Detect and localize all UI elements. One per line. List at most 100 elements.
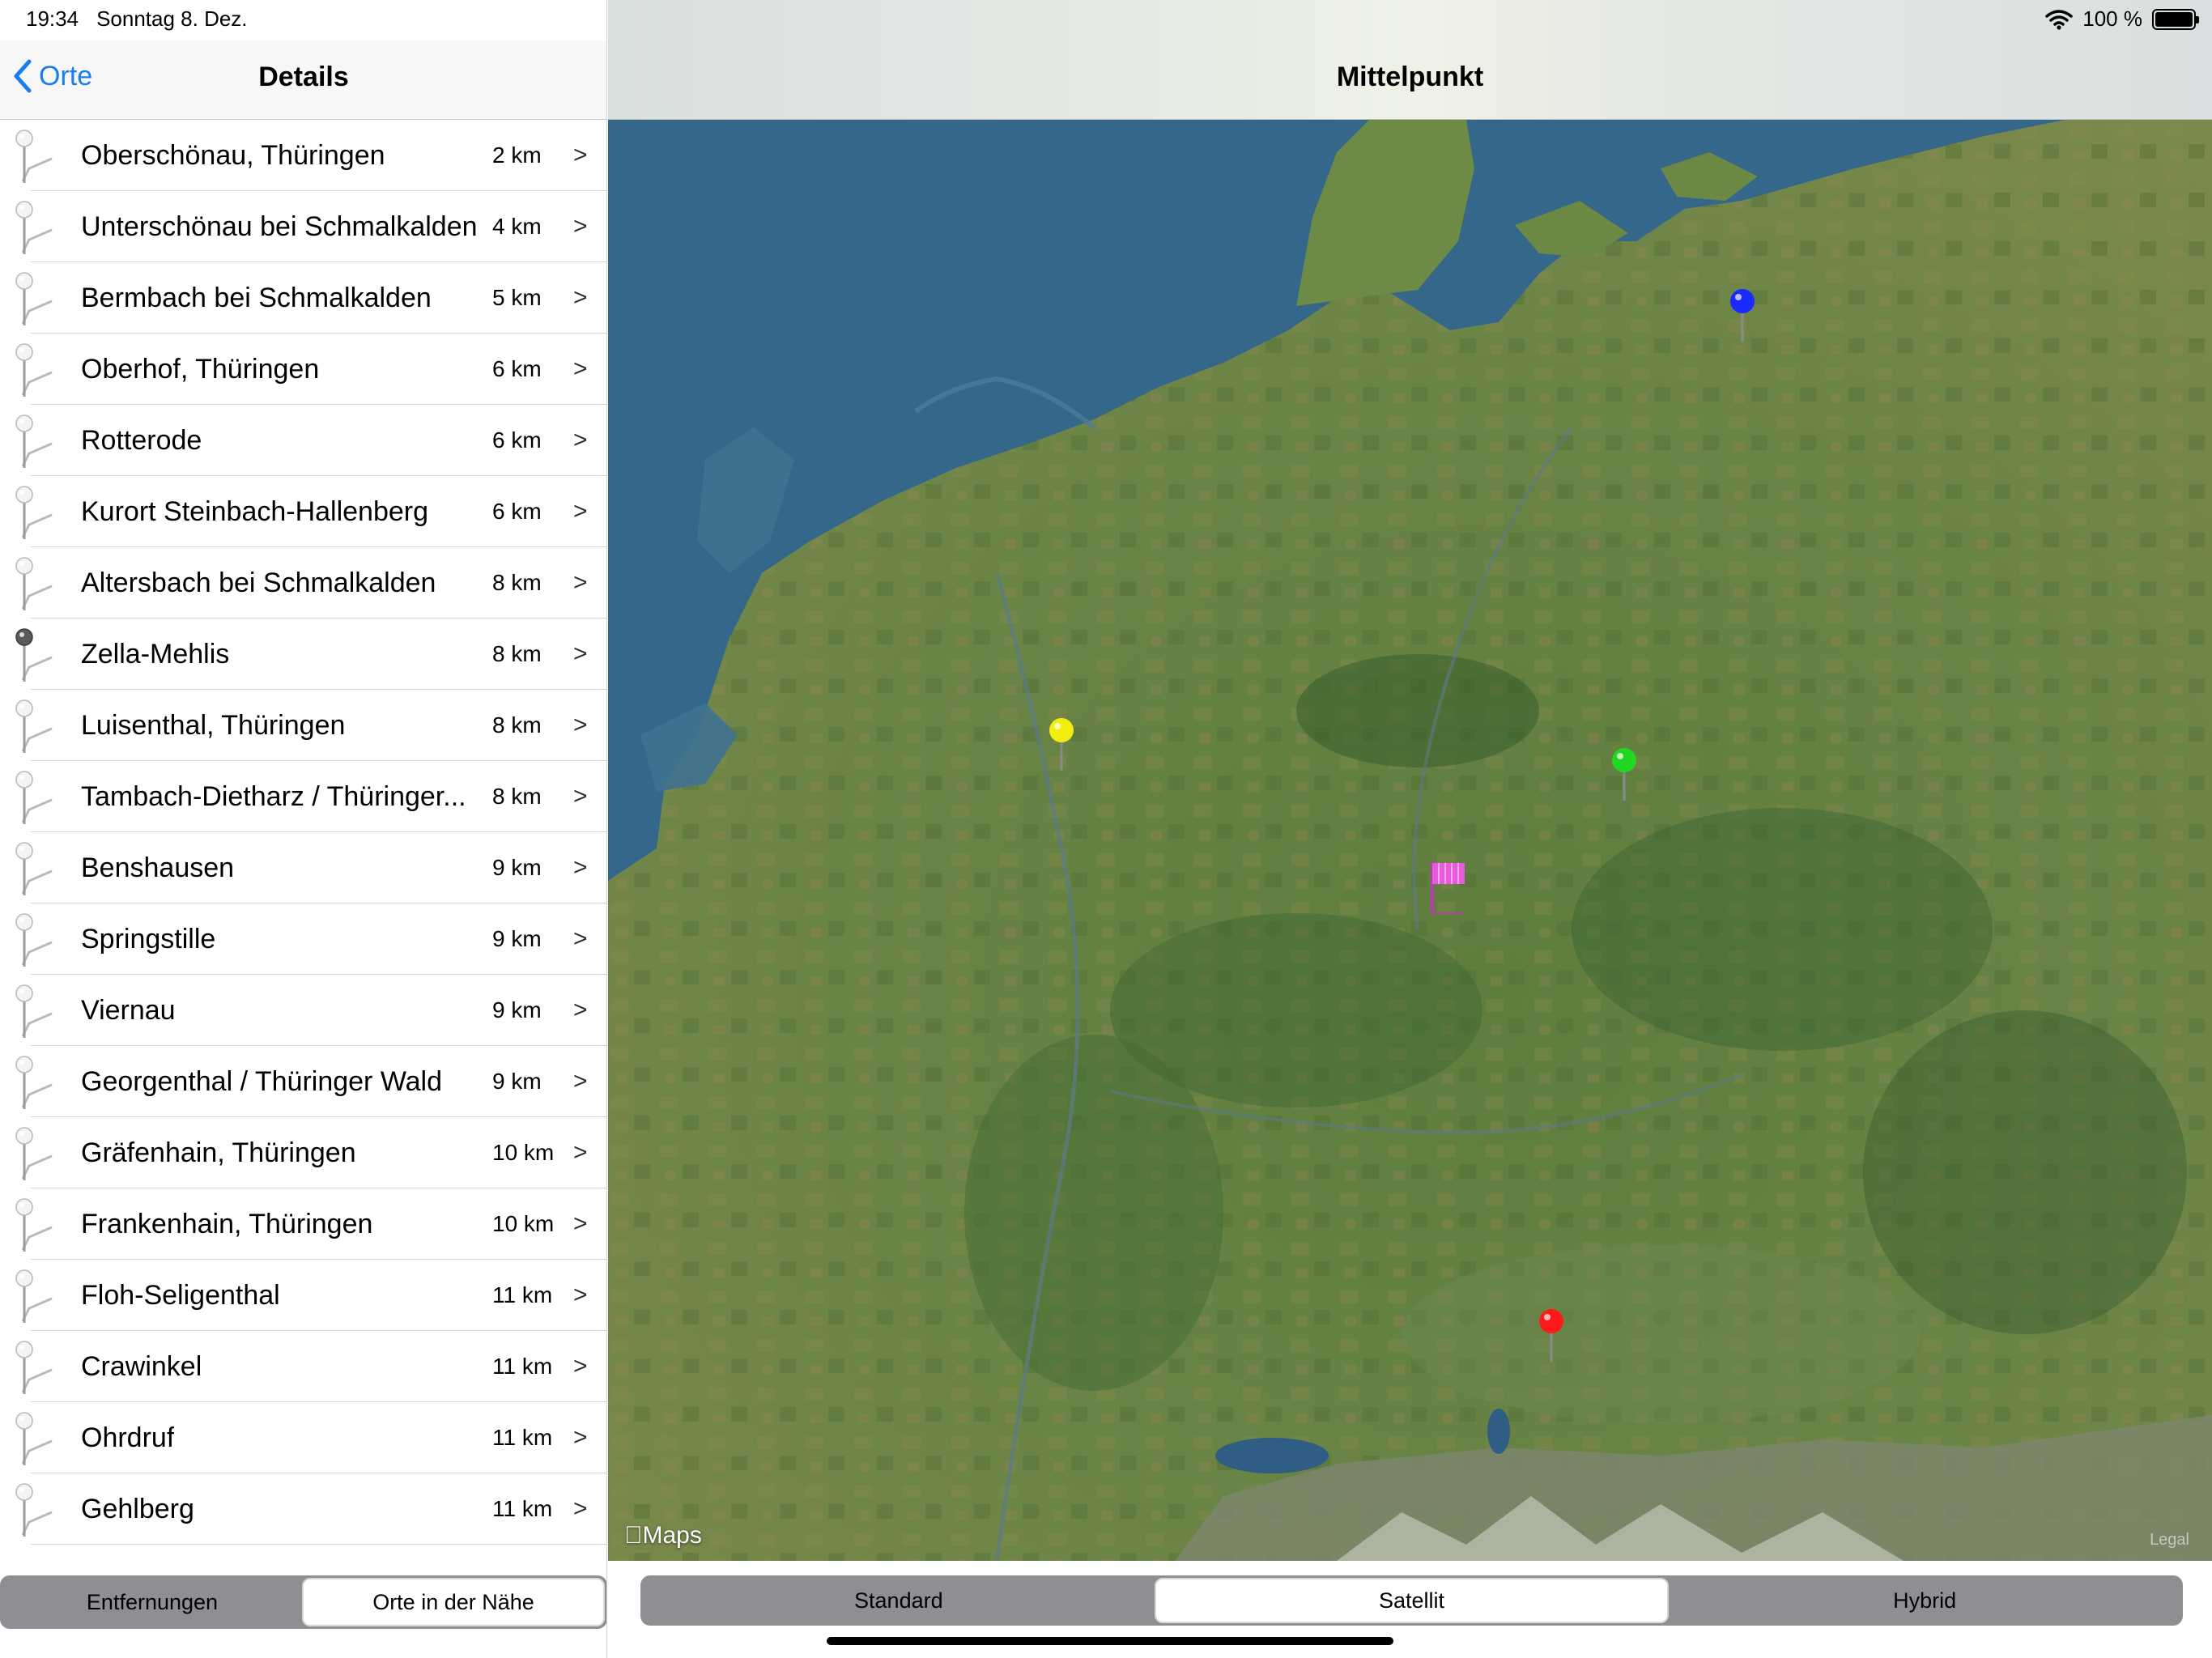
place-distance: 9 km	[492, 997, 542, 1022]
place-name: Crawinkel	[81, 1351, 202, 1382]
place-row[interactable]: Viernau 9 km >	[0, 975, 606, 1046]
red-pin-marker[interactable]	[1538, 1308, 1565, 1369]
pin-icon	[15, 699, 53, 753]
place-row[interactable]: Ohrdruf 11 km >	[0, 1402, 606, 1473]
place-pin	[0, 619, 81, 690]
chevron-right-icon: >	[573, 712, 588, 738]
pin-icon	[15, 842, 53, 895]
place-row[interactable]: Crawinkel 11 km >	[0, 1331, 606, 1402]
status-bar-right: 100 %	[2045, 6, 2199, 32]
master-pane: 19:34 Sonntag 8. Dez. Orte Details Obers…	[0, 0, 607, 1658]
place-row[interactable]: Oberhof, Thüringen 6 km >	[0, 334, 606, 405]
map-type-segment-satellit[interactable]: Satellit	[1154, 1578, 1670, 1623]
place-row[interactable]: Luisenthal, Thüringen 8 km >	[0, 690, 606, 761]
pin-icon	[15, 1127, 53, 1180]
yellow-pin-marker[interactable]	[1048, 717, 1075, 778]
place-name: Floh-Seligenthal	[81, 1280, 280, 1311]
place-pin	[0, 1402, 81, 1473]
pin-icon	[15, 1483, 53, 1537]
pin-icon	[15, 130, 53, 183]
place-name: Georgenthal / Thüringer Wald	[81, 1066, 443, 1097]
place-name: Gräfenhain, Thüringen	[81, 1137, 356, 1168]
place-distance: 8 km	[492, 712, 542, 738]
place-name: Viernau	[81, 995, 176, 1026]
map-type-segmented-control: Standard Satellit Hybrid	[640, 1575, 2183, 1626]
pin-icon	[15, 557, 53, 610]
place-distance: 9 km	[492, 926, 542, 951]
chevron-right-icon: >	[573, 640, 588, 667]
place-row[interactable]: Gräfenhain, Thüringen 10 km >	[0, 1117, 606, 1188]
map-type-segment-standard[interactable]: Standard	[643, 1578, 1155, 1623]
place-name: Zella-Mehlis	[81, 639, 230, 670]
place-row[interactable]: Tambach-Dietharz / Thüringer... 8 km >	[0, 761, 606, 832]
pin-icon	[15, 1412, 53, 1465]
pin-icon	[15, 1198, 53, 1252]
pin-icon	[15, 1269, 53, 1323]
chevron-right-icon: >	[573, 854, 588, 881]
place-row[interactable]: Altersbach bei Schmalkalden 8 km >	[0, 547, 606, 619]
place-distance: 4 km	[492, 214, 542, 239]
detail-pane: 100 % Mittelpunkt Maps Legal Standard Sa…	[608, 0, 2212, 1658]
place-row[interactable]: Benshausen 9 km >	[0, 832, 606, 903]
chevron-right-icon: >	[573, 355, 588, 382]
chevron-right-icon: >	[573, 1495, 588, 1522]
segment-entfernungen[interactable]: Entfernungen	[2, 1578, 302, 1626]
place-list[interactable]: Oberschönau, Thüringen 2 km > Unterschönau …	[0, 120, 606, 1569]
green-pin-marker[interactable]	[1610, 747, 1638, 808]
chevron-right-icon: >	[573, 569, 588, 596]
place-name: Rotterode	[81, 425, 202, 456]
pin-icon	[15, 201, 53, 254]
pin-icon	[15, 486, 53, 539]
pin-icon	[15, 984, 53, 1038]
place-row[interactable]: Frankenhain, Thüringen 10 km >	[0, 1188, 606, 1260]
battery-icon	[2152, 8, 2199, 30]
master-title: Details	[258, 62, 349, 92]
place-pin	[0, 334, 81, 405]
pin-icon	[15, 913, 53, 967]
place-row[interactable]: Bermbach bei Schmalkalden 5 km >	[0, 262, 606, 334]
place-distance: 11 km	[492, 1425, 553, 1450]
pin-icon	[15, 771, 53, 824]
place-name: Gehlberg	[81, 1494, 194, 1524]
place-row[interactable]: Gehlberg 11 km >	[0, 1473, 606, 1545]
place-pin	[0, 975, 81, 1046]
place-name: Tambach-Dietharz / Thüringer...	[81, 781, 466, 812]
legal-link[interactable]: Legal	[2150, 1531, 2189, 1550]
chevron-right-icon: >	[573, 213, 588, 240]
pin-icon	[15, 272, 53, 325]
blue-pin-icon	[1730, 289, 1755, 342]
home-indicator[interactable]	[827, 1637, 1393, 1645]
place-row[interactable]: Rotterode 6 km >	[0, 405, 606, 476]
blue-pin-marker[interactable]	[1729, 288, 1756, 349]
place-row[interactable]: Kurort Steinbach-Hallenberg 6 km >	[0, 476, 606, 547]
place-name: Luisenthal, Thüringen	[81, 710, 346, 741]
place-pin	[0, 120, 81, 191]
place-row[interactable]: Zella-Mehlis 8 km >	[0, 619, 606, 690]
place-pin	[0, 191, 81, 262]
place-pin	[0, 1260, 81, 1331]
place-pin	[0, 476, 81, 547]
place-row[interactable]: Springstille 9 km >	[0, 903, 606, 975]
chevron-right-icon: >	[573, 925, 588, 952]
place-distance: 9 km	[492, 855, 542, 880]
map-type-segment-hybrid[interactable]: Hybrid	[1669, 1578, 2180, 1623]
chevron-right-icon: >	[573, 142, 588, 168]
place-distance: 6 km	[492, 499, 542, 524]
chevron-right-icon: >	[573, 1210, 588, 1237]
place-row[interactable]: Oberschönau, Thüringen 2 km >	[0, 120, 606, 191]
place-distance: 8 km	[492, 570, 542, 595]
chevron-right-icon: >	[573, 1424, 588, 1451]
master-navigation-bar: Orte Details	[0, 40, 606, 120]
center-flag-marker[interactable]	[1427, 860, 1468, 922]
place-row[interactable]: Floh-Seligenthal 11 km >	[0, 1260, 606, 1331]
place-pin	[0, 1188, 81, 1260]
chevron-right-icon: >	[573, 997, 588, 1023]
chevron-right-icon: >	[573, 1139, 588, 1166]
status-date: Sonntag 8. Dez.	[96, 6, 248, 31]
place-pin	[0, 1331, 81, 1402]
segment-orte-in-der-nähe[interactable]: Orte in der Nähe	[302, 1578, 605, 1626]
place-row[interactable]: Georgenthal / Thüringer Wald 9 km >	[0, 1046, 606, 1117]
satellite-map[interactable]: Maps Legal	[608, 120, 2212, 1561]
wifi-icon	[2045, 9, 2074, 30]
place-row[interactable]: Unterschönau bei Schmalkalden 4 km >	[0, 191, 606, 262]
